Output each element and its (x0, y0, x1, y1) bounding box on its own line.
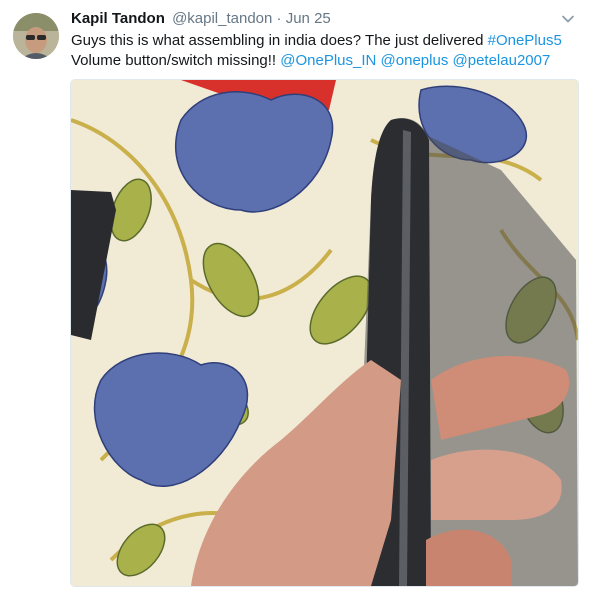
tweet: Kapil Tandon @kapil_tandon · Jun 25 Guys… (0, 0, 591, 599)
timestamp[interactable]: Jun 25 (286, 10, 331, 27)
avatar-image (13, 13, 59, 59)
hashtag-link[interactable]: #OnePlus5 (488, 32, 562, 49)
avatar[interactable] (13, 13, 59, 59)
mention-link[interactable]: @OnePlus_IN (280, 52, 376, 69)
tweet-photo[interactable] (70, 79, 579, 587)
tweet-header: Kapil Tandon @kapil_tandon · Jun 25 (71, 9, 331, 29)
separator-dot: · (276, 10, 282, 27)
display-name[interactable]: Kapil Tandon (71, 10, 165, 27)
user-handle[interactable]: @kapil_tandon (172, 10, 272, 27)
tweet-text-segment: Guys this is what assembling in india do… (71, 32, 488, 49)
photo-image (71, 80, 578, 586)
mention-link[interactable]: @petelau2007 (453, 52, 551, 69)
chevron-down-icon[interactable] (561, 12, 575, 26)
tweet-text-segment: Volume button/switch missing!! (71, 51, 281, 69)
mention-link[interactable]: @oneplus (381, 52, 449, 69)
tweet-text: Guys this is what assembling in india do… (71, 31, 571, 70)
